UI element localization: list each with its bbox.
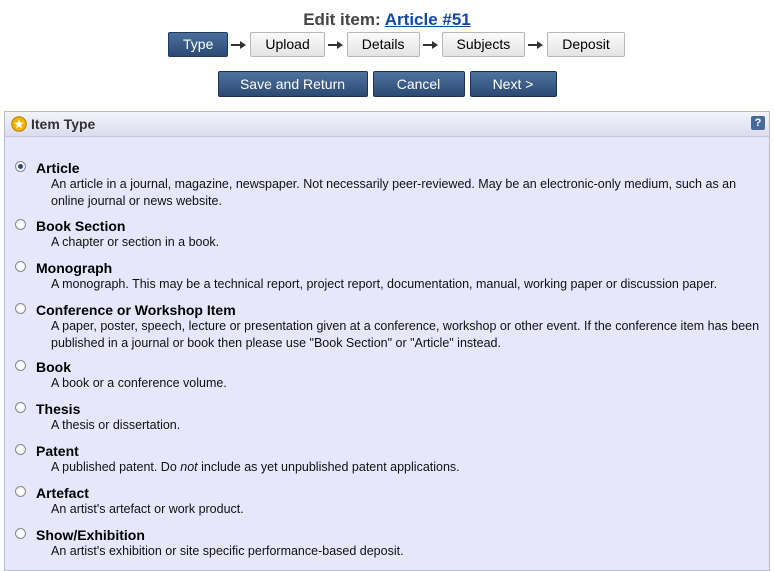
radio-artefact[interactable] xyxy=(15,486,26,497)
radio-thesis[interactable] xyxy=(15,402,26,413)
step-type[interactable]: Type xyxy=(168,32,229,57)
arrow-right-icon xyxy=(525,38,547,52)
type-description: A paper, poster, speech, lecture or pres… xyxy=(51,319,760,350)
type-description: A thesis or dissertation. xyxy=(51,418,181,432)
type-name: Show/Exhibition xyxy=(36,527,145,543)
radio-monograph[interactable] xyxy=(15,261,26,272)
desc-part: A published patent. Do xyxy=(51,460,181,474)
cancel-button[interactable]: Cancel xyxy=(372,71,465,97)
step-deposit[interactable]: Deposit xyxy=(547,32,625,57)
type-name: Article xyxy=(36,160,80,176)
type-name: Conference or Workshop Item xyxy=(36,302,236,318)
type-description: An artist's exhibition or site specific … xyxy=(51,544,404,558)
type-name: Thesis xyxy=(36,401,81,417)
next-button[interactable]: Next > xyxy=(469,71,557,97)
type-description: A monograph. This may be a technical rep… xyxy=(51,277,718,291)
type-name: Patent xyxy=(36,443,79,459)
type-description: A chapter or section in a book. xyxy=(51,235,220,249)
radio-book-section[interactable] xyxy=(15,219,26,230)
step-subjects[interactable]: Subjects xyxy=(441,32,526,57)
page-title-prefix: Edit item: xyxy=(303,10,381,29)
help-icon[interactable]: ? xyxy=(751,116,765,130)
item-link[interactable]: Article #51 xyxy=(385,10,471,29)
page-title: Edit item: Article #51 xyxy=(0,10,774,30)
type-description: An artist's artefact or work product. xyxy=(51,502,244,516)
type-name: Artefact xyxy=(36,485,89,501)
type-description: A published patent. Do not include as ye… xyxy=(51,459,771,476)
panel-header: Item Type ? xyxy=(5,112,769,137)
type-name: Book xyxy=(36,359,71,375)
radio-patent[interactable] xyxy=(15,444,26,455)
step-details[interactable]: Details xyxy=(346,32,420,57)
type-name: Monograph xyxy=(36,260,113,276)
radio-article[interactable] xyxy=(15,161,26,172)
step-upload[interactable]: Upload xyxy=(250,32,325,57)
star-icon xyxy=(11,116,27,132)
workflow-steps: Type Upload Details Subjects Deposit xyxy=(168,32,625,57)
arrow-right-icon xyxy=(420,38,442,52)
desc-emphasis: not xyxy=(180,460,198,474)
action-bar: Save and Return Cancel Next > xyxy=(0,71,774,97)
type-name: Book Section xyxy=(36,218,126,234)
type-description: An article in a journal, magazine, newsp… xyxy=(51,177,737,208)
radio-show-exhibition[interactable] xyxy=(15,528,26,539)
item-type-panel: Item Type ? Article An article in a jour… xyxy=(4,111,770,571)
radio-book[interactable] xyxy=(15,360,26,371)
desc-part: include as yet unpublished patent applic… xyxy=(197,460,460,474)
radio-conference[interactable] xyxy=(15,303,26,314)
save-and-return-button[interactable]: Save and Return xyxy=(217,71,368,97)
arrow-right-icon xyxy=(325,38,347,52)
panel-title: Item Type xyxy=(31,116,96,132)
type-description: A book or a conference volume. xyxy=(51,376,227,390)
arrow-right-icon xyxy=(228,38,250,52)
